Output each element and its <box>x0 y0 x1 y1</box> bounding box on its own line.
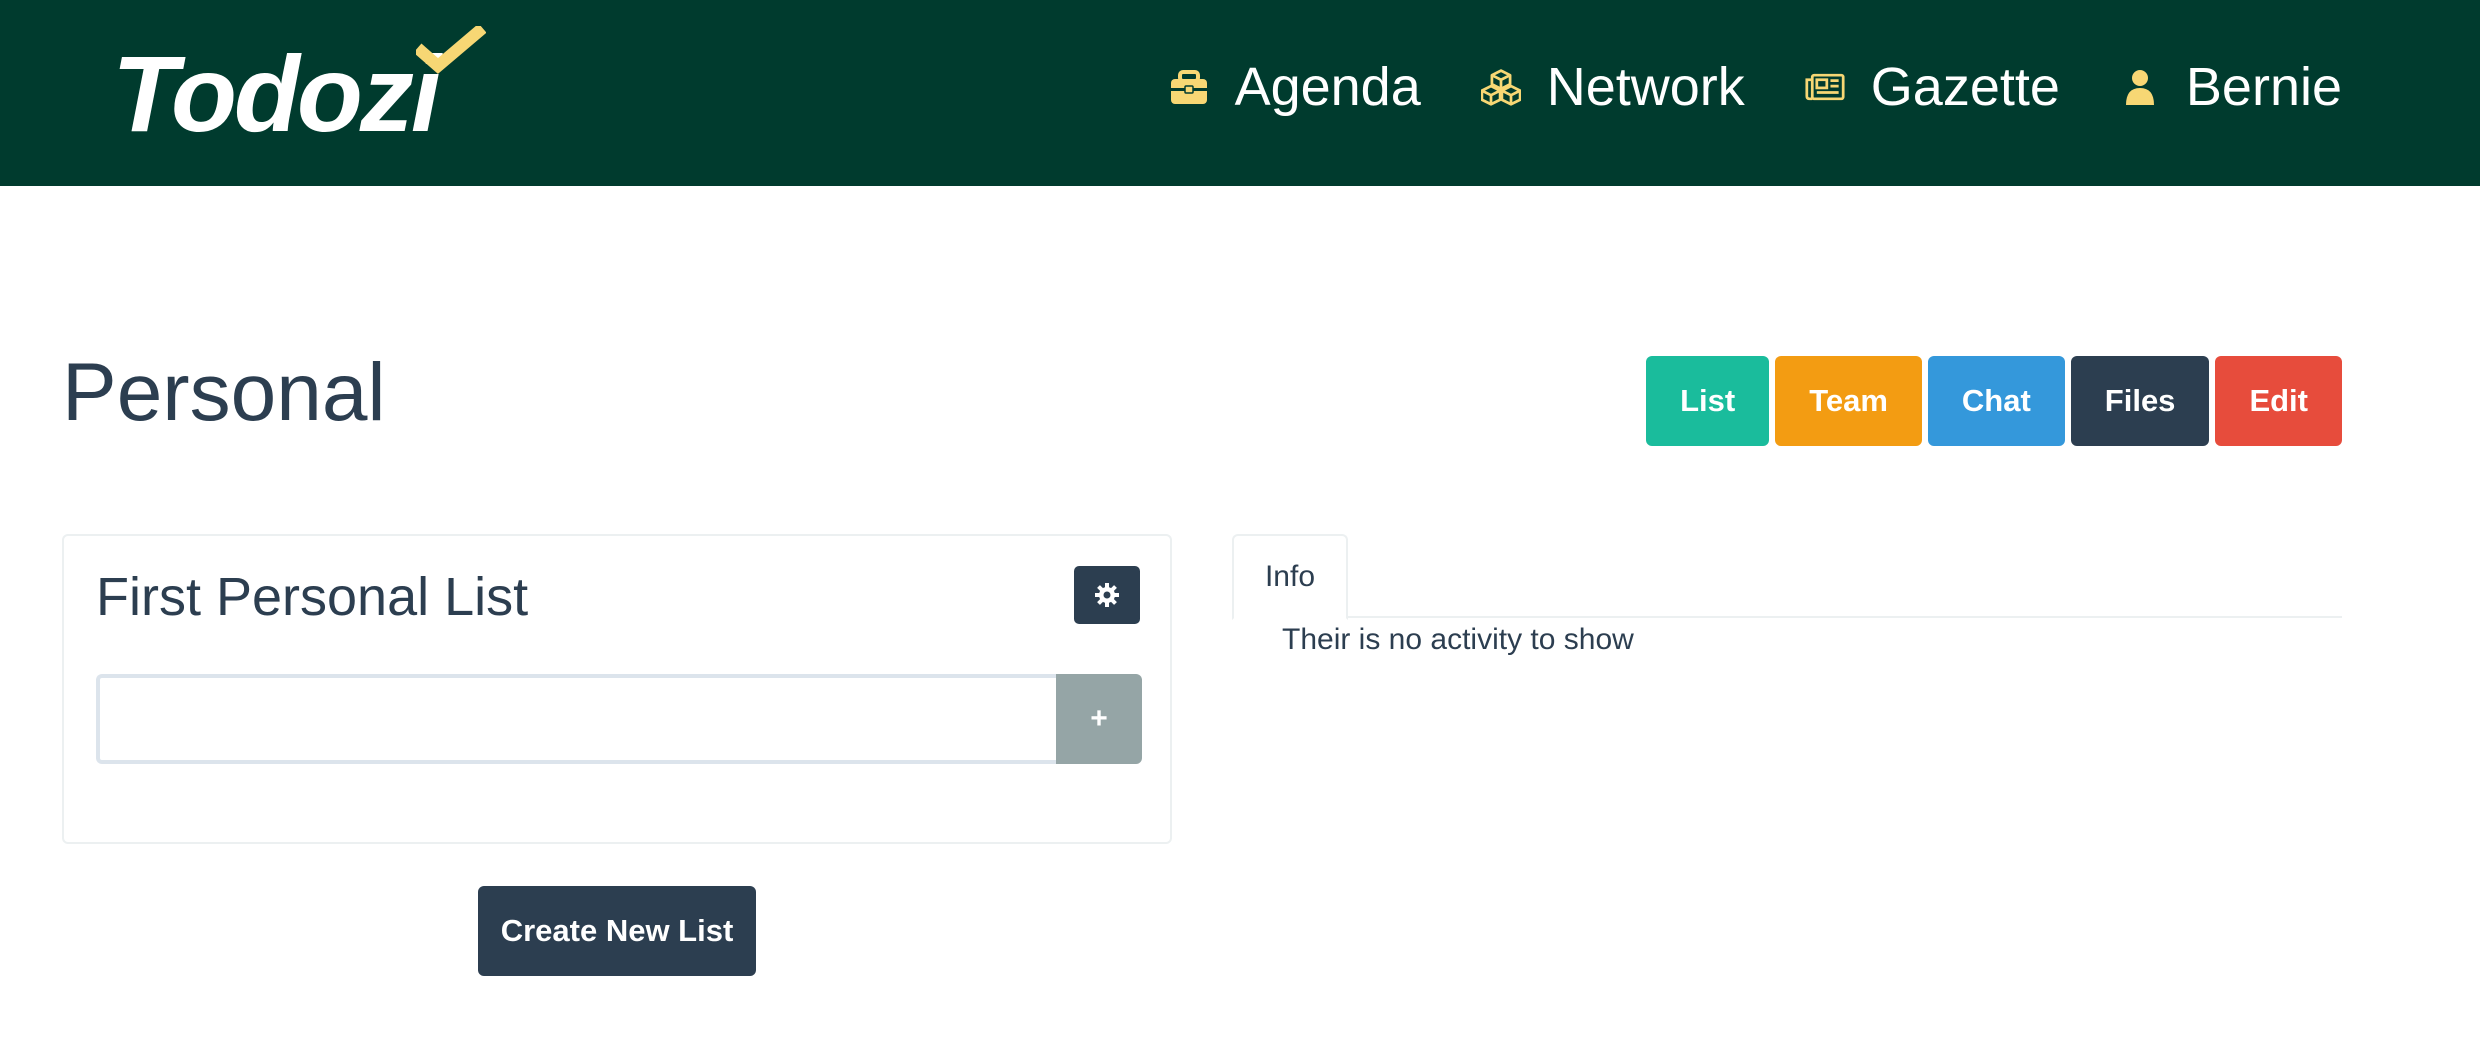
files-button[interactable]: Files <box>2070 356 2210 446</box>
nav-label-agenda: Agenda <box>1234 57 1421 117</box>
main-nav: Agenda Network Gazette Bernie <box>1109 52 2342 122</box>
action-button-group: List Team Chat Files Edit <box>1646 356 2342 446</box>
create-new-list-button[interactable]: Create New List <box>478 886 756 976</box>
nav-item-user[interactable]: Bernie <box>2120 56 2342 118</box>
nav-label-network: Network <box>1546 57 1745 117</box>
nav-label-gazette: Gazette <box>1870 57 2060 117</box>
list-settings-button[interactable] <box>1074 566 1140 624</box>
user-icon <box>2125 70 2154 105</box>
add-item-row: + <box>96 674 1142 764</box>
gear-icon <box>1095 583 1119 607</box>
chat-button[interactable]: Chat <box>1927 356 2065 446</box>
add-item-button[interactable]: + <box>1056 674 1142 764</box>
newspaper-icon <box>1805 73 1845 101</box>
top-navbar: Todozi Agenda Network Gazette Bernie <box>0 0 2480 186</box>
page-title: Personal <box>62 347 386 438</box>
cubes-icon <box>1480 69 1521 106</box>
list-title: First Personal List <box>96 567 529 627</box>
tab-info[interactable]: Info <box>1232 534 1348 620</box>
edit-button[interactable]: Edit <box>2215 356 2342 446</box>
team-button[interactable]: Team <box>1775 356 1922 446</box>
nav-item-gazette[interactable]: Gazette <box>1805 56 2060 118</box>
briefcase-icon <box>1170 70 1207 104</box>
nav-item-network[interactable]: Network <box>1480 56 1745 118</box>
nav-item-agenda[interactable]: Agenda <box>1169 56 1421 118</box>
list-button[interactable]: List <box>1646 356 1770 446</box>
nav-label-user: Bernie <box>2185 57 2342 117</box>
new-item-input[interactable] <box>96 674 1056 764</box>
info-tabs: Info <box>1232 534 2342 620</box>
empty-activity-message: Their is no activity to show <box>1282 623 1634 656</box>
list-card: First Personal List + <box>62 534 1172 844</box>
checkmark-icon <box>416 26 486 74</box>
logo-text: Todozi <box>112 33 441 154</box>
